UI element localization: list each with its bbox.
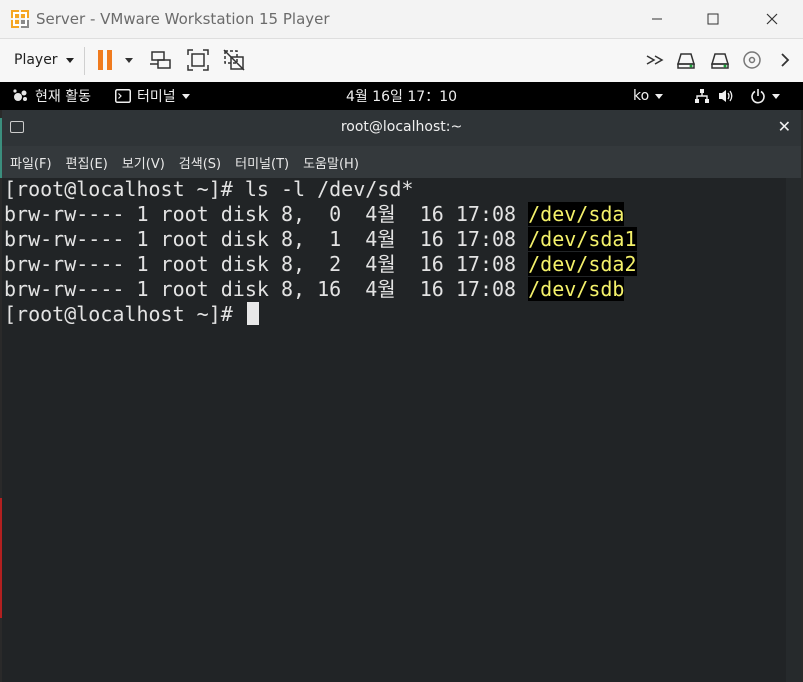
terminal-line: brw-rw---- 1 root disk 8, 2 4월 16 17:08 … xyxy=(4,252,637,276)
close-icon xyxy=(766,13,778,25)
pause-button[interactable] xyxy=(94,46,138,74)
hdd-device-button[interactable] xyxy=(672,46,700,74)
gnome-foot-icon xyxy=(13,89,27,101)
network-device-button[interactable] xyxy=(642,46,670,74)
menu-file[interactable]: 파일(F) xyxy=(2,153,59,172)
input-method-menu[interactable]: ko xyxy=(633,82,664,110)
fit-guest-button[interactable] xyxy=(184,46,212,74)
terminal-header-bar: root@localhost:~ ✕ xyxy=(2,110,801,146)
player-menu-label: Player xyxy=(14,52,58,68)
system-status-menu[interactable] xyxy=(694,82,780,110)
menu-terminal[interactable]: 터미널(T) xyxy=(228,153,296,172)
power-icon xyxy=(751,89,765,104)
minimize-button[interactable] xyxy=(631,0,683,38)
hdd-icon xyxy=(676,53,696,69)
terminal-scrollbar[interactable] xyxy=(786,178,801,682)
clock-label: 4월 16일 17：10 xyxy=(346,89,458,105)
chevron-down-icon xyxy=(65,57,74,63)
minimize-icon xyxy=(652,18,662,20)
hdd-icon xyxy=(710,53,730,69)
more-devices-button[interactable] xyxy=(772,46,800,74)
maximize-icon xyxy=(707,13,719,25)
toolbar-divider xyxy=(84,47,85,75)
terminal-line: brw-rw---- 1 root disk 8, 0 4월 16 17:08 … xyxy=(4,202,625,226)
activities-label: 현재 활동 xyxy=(35,89,91,105)
guest-screen[interactable]: 현재 활동 터미널 4월 16일 17：10 ko root@localhost… xyxy=(0,82,803,682)
volume-icon xyxy=(719,90,733,102)
menu-view[interactable]: 보기(V) xyxy=(115,153,172,172)
cdrom-icon xyxy=(743,51,761,69)
terminal-line: brw-rw---- 1 root disk 8, 16 4월 16 17:08… xyxy=(4,277,625,301)
menu-search[interactable]: 검색(S) xyxy=(172,153,228,172)
unity-button[interactable] xyxy=(220,46,248,74)
terminal-prompt-line: [root@localhost ~]# xyxy=(4,302,259,327)
device-path: /dev/sda1 xyxy=(528,227,637,251)
terminal-window: root@localhost:~ ✕ 파일(F) 편집(E) 보기(V) 검색(… xyxy=(2,110,801,682)
text-cursor xyxy=(246,302,259,325)
terminal-app-icon xyxy=(115,89,131,103)
pause-icon xyxy=(98,50,133,70)
app-menu-label: 터미널 xyxy=(137,89,176,105)
device-path: /dev/sda xyxy=(528,202,625,226)
terminal-title: root@localhost:~ xyxy=(340,119,463,135)
player-toolbar: Player xyxy=(0,39,803,82)
hdd-device-button-2[interactable] xyxy=(706,46,734,74)
window-titlebar: Server - VMware Workstation 15 Player xyxy=(0,0,803,39)
terminal-line: [root@localhost ~]# ls -l /dev/sd* xyxy=(4,177,414,201)
cdrom-device-button[interactable] xyxy=(738,46,766,74)
terminal-output[interactable]: [root@localhost ~]# ls -l /dev/sd* brw-r… xyxy=(2,177,786,682)
menu-help[interactable]: 도움말(H) xyxy=(296,153,366,172)
unity-icon xyxy=(223,49,245,71)
chevron-down-icon xyxy=(181,93,190,99)
player-menu-button[interactable]: Player xyxy=(6,45,82,75)
chevron-down-icon xyxy=(772,93,780,99)
close-button[interactable] xyxy=(746,0,798,38)
network-wired-icon xyxy=(695,89,709,103)
terminal-line: brw-rw---- 1 root disk 8, 1 4월 16 17:08 … xyxy=(4,227,637,251)
network-icon xyxy=(646,55,664,65)
device-path: /dev/sdb xyxy=(528,277,625,301)
gnome-top-bar: 현재 활동 터미널 4월 16일 17：10 ko xyxy=(0,82,803,110)
window-title: Server - VMware Workstation 15 Player xyxy=(36,10,330,28)
send-ctrl-alt-del-button[interactable] xyxy=(147,46,175,74)
chevron-down-icon xyxy=(655,93,664,99)
fit-guest-icon xyxy=(187,49,209,71)
input-method-label: ko xyxy=(633,88,650,104)
more-icon xyxy=(781,53,790,67)
clock[interactable]: 4월 16일 17：10 xyxy=(346,82,457,110)
send-ctrl-alt-del-icon xyxy=(150,51,171,69)
device-path: /dev/sda2 xyxy=(528,252,637,276)
app-menu[interactable]: 터미널 xyxy=(115,82,190,110)
terminal-menu-bar: 파일(F) 편집(E) 보기(V) 검색(S) 터미널(T) 도움말(H) xyxy=(2,146,801,178)
maximize-button[interactable] xyxy=(687,0,739,38)
menu-edit[interactable]: 편집(E) xyxy=(59,153,115,172)
terminal-close-button[interactable]: ✕ xyxy=(778,117,791,136)
vmware-logo-icon xyxy=(11,10,29,28)
activities-button[interactable]: 현재 활동 xyxy=(12,82,91,110)
